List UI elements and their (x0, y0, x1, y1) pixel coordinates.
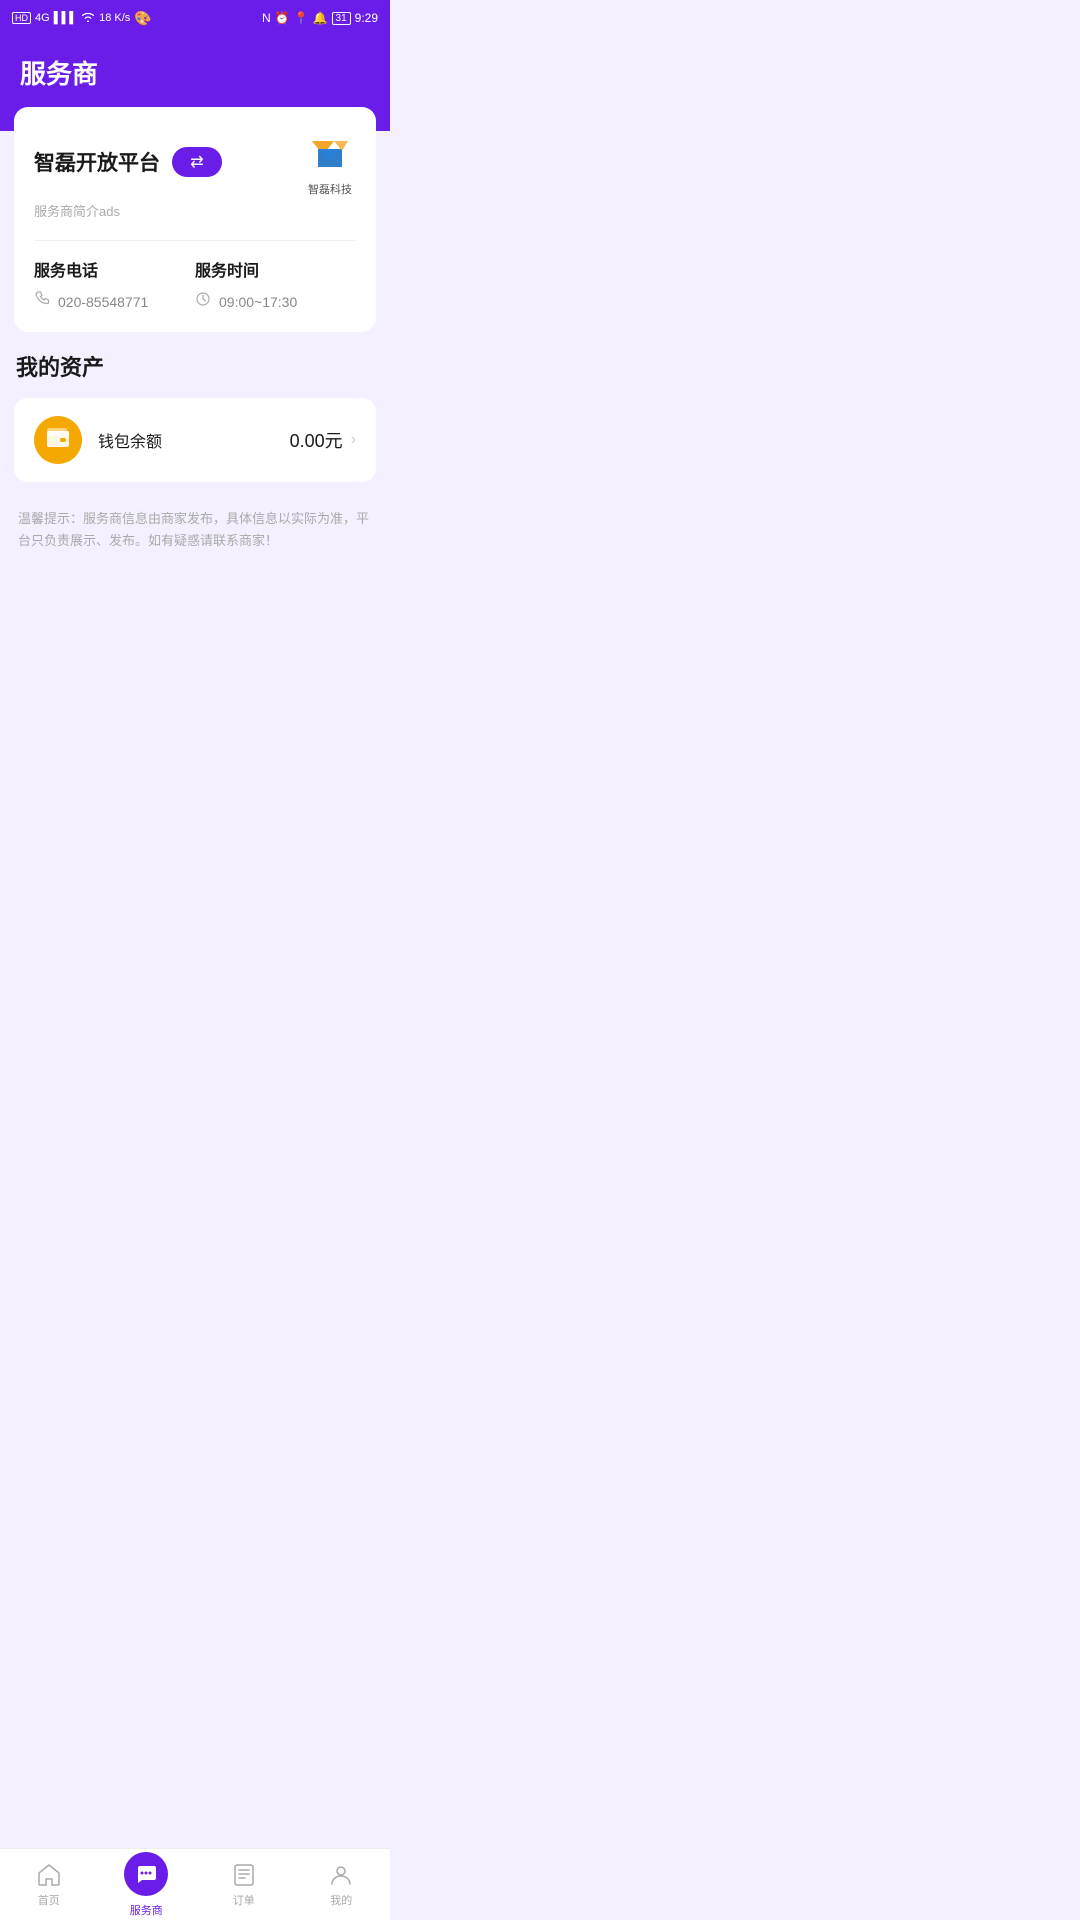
bottom-nav: 首页 服务商 订单 我的 (0, 1848, 390, 1920)
wallet-label: 钱包余额 (98, 428, 290, 452)
status-bar: HD 4G ▌▌▌ 18 K/s 🎨 N ⏰ 📍 🔔 31 9:29 (0, 0, 390, 36)
main-content: 智磊开放平台 ⇄ 智磊科技 服务商简介ads (0, 107, 390, 572)
mine-icon (328, 1862, 354, 1888)
speed-label: 18 K/s (99, 12, 130, 24)
service-bubble (124, 1852, 168, 1896)
nav-item-home[interactable]: 首页 (0, 1862, 98, 1908)
color-wheel: 🎨 (134, 10, 151, 27)
company-desc: 服务商简介ads (34, 201, 356, 220)
notice-text: 温馨提示：服务商信息由商家发布，具体信息以实际为准，平台只负责展示、发布。如有疑… (14, 498, 376, 572)
clock-icon (195, 291, 211, 312)
company-name: 智磊开放平台 (34, 147, 160, 177)
service-time-label: 服务时间 (195, 257, 356, 281)
company-info-card: 智磊开放平台 ⇄ 智磊科技 服务商简介ads (14, 107, 376, 332)
page-title: 服务商 (20, 54, 370, 91)
phone-number: 020-85548771 (58, 294, 148, 310)
status-right: N ⏰ 📍 🔔 31 9:29 (262, 11, 378, 25)
service-info-row: 服务电话 020-85548771 服务时间 (34, 257, 356, 312)
phone-icon (34, 291, 50, 312)
wallet-icon-wrap (34, 416, 82, 464)
company-logo-label: 智磊科技 (308, 181, 352, 197)
service-time-value: 09:00~17:30 (195, 291, 356, 312)
assets-title: 我的资产 (14, 350, 376, 382)
wallet-arrow-icon: › (351, 431, 356, 449)
company-logo (304, 127, 356, 179)
orders-icon (231, 1862, 257, 1888)
battery-icon: 31 (332, 12, 351, 25)
nav-label-service: 服务商 (130, 1902, 163, 1918)
wallet-card[interactable]: 钱包余额 0.00元 › (14, 398, 376, 482)
nav-label-orders: 订单 (233, 1892, 255, 1908)
company-name-wrap: 智磊开放平台 ⇄ (34, 147, 222, 177)
service-chat-icon (134, 1862, 158, 1886)
signal-4g: 4G (35, 12, 50, 24)
service-phone-col: 服务电话 020-85548771 (34, 257, 195, 312)
nav-item-service[interactable]: 服务商 (98, 1852, 196, 1918)
alarm-icon: ⏰ (275, 11, 290, 25)
nfc-icon: N (262, 11, 271, 25)
nav-item-orders[interactable]: 订单 (195, 1862, 293, 1908)
company-logo-wrap: 智磊科技 (304, 127, 356, 197)
hd-badge: HD (12, 12, 31, 24)
home-icon (36, 1862, 62, 1888)
divider (34, 240, 356, 241)
service-phone-value: 020-85548771 (34, 291, 195, 312)
signal-bars: ▌▌▌ (54, 12, 77, 24)
assets-section: 我的资产 钱包余额 0.00元 › (14, 350, 376, 482)
exchange-button[interactable]: ⇄ (172, 147, 222, 177)
nav-label-home: 首页 (38, 1892, 60, 1908)
location-icon: 📍 (294, 11, 309, 25)
service-phone-label: 服务电话 (34, 257, 195, 281)
company-header-row: 智磊开放平台 ⇄ 智磊科技 (34, 127, 356, 197)
service-time-col: 服务时间 09:00~17:30 (195, 257, 356, 312)
exchange-icon: ⇄ (190, 152, 203, 172)
service-hours: 09:00~17:30 (219, 294, 297, 310)
time-label: 9:29 (355, 11, 378, 25)
wallet-icon (46, 426, 70, 454)
mute-icon: 🔔 (313, 11, 328, 25)
wifi-icon (81, 11, 95, 25)
wallet-amount: 0.00元 (290, 427, 343, 453)
status-left: HD 4G ▌▌▌ 18 K/s 🎨 (12, 10, 152, 27)
nav-label-mine: 我的 (330, 1892, 352, 1908)
nav-item-mine[interactable]: 我的 (293, 1862, 391, 1908)
